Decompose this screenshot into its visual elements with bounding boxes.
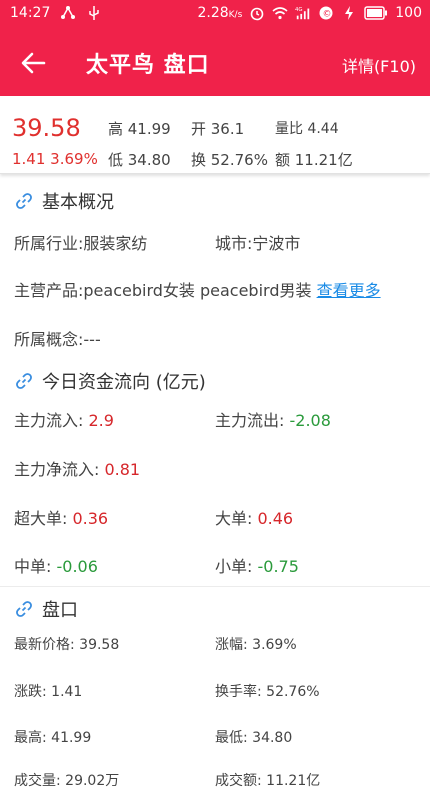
concept: 所属概念:--- <box>14 330 101 349</box>
current-price: 39.58 <box>12 114 81 142</box>
open-price: 开 36.1 <box>191 120 245 138</box>
battery-icon <box>364 6 388 20</box>
battery-level: 100 <box>395 5 422 21</box>
network-speed: 2.28K/s <box>197 5 243 21</box>
usb-icon <box>89 6 100 20</box>
page-title: 太平鸟 盘口 <box>86 53 210 78</box>
overview-title: 基本概况 <box>42 192 114 213</box>
panel-title: 盘口 <box>42 600 78 621</box>
view-more-link[interactable]: 查看更多 <box>317 281 381 300</box>
main-products-text: 主营产品:peacebird女装 peacebird男装 <box>14 281 312 300</box>
lowest-price: 最低: 34.80 <box>215 730 293 746</box>
status-bar: 14:27 2.28K/s 4G © 100 <box>0 0 430 28</box>
price-change: 1.41 3.69% <box>12 150 98 168</box>
turnover-ratio: 换手率: 52.76% <box>215 684 320 700</box>
back-arrow-icon[interactable] <box>18 48 48 78</box>
main-outflow: 主力流出: -2.08 <box>215 407 331 431</box>
main-net-inflow-value: 0.81 <box>104 460 141 479</box>
app-notify-icon: © <box>319 6 333 20</box>
main-net-inflow: 主力净流入: 0.81 <box>14 456 140 480</box>
app-bar: 太平鸟 盘口 详情(F10) <box>0 28 430 96</box>
pct-change: 涨幅: 3.69% <box>215 637 297 653</box>
industry: 所属行业:服装家纺 <box>14 234 148 253</box>
medium-order: 中单: -0.06 <box>14 553 98 577</box>
section-divider <box>0 586 430 587</box>
small-order-value: -0.75 <box>257 557 299 576</box>
large-order-value: 0.46 <box>257 509 294 528</box>
highest-price: 最高: 41.99 <box>14 730 92 746</box>
turnover-amount: 成交额: 11.21亿 <box>215 773 321 789</box>
detail-f10-button[interactable]: 详情(F10) <box>342 53 416 77</box>
svg-text:©: © <box>323 10 332 20</box>
large-order: 大单: 0.46 <box>215 505 293 529</box>
svg-text:4G: 4G <box>295 7 303 13</box>
trade-amount: 额 11.21亿 <box>275 151 353 169</box>
share-icon <box>61 6 76 19</box>
main-inflow-value: 2.9 <box>88 411 114 430</box>
link-icon <box>16 601 32 617</box>
small-order: 小单: -0.75 <box>215 553 299 577</box>
medium-order-label: 中单: <box>14 557 57 576</box>
main-outflow-label: 主力流出: <box>215 411 290 430</box>
signal-icon: 4G <box>295 7 310 20</box>
main-inflow: 主力流入: 2.9 <box>14 407 114 431</box>
money-flow-title: 今日资金流向 (亿元) <box>42 372 206 393</box>
wifi-icon <box>272 7 288 20</box>
latest-price: 最新价格: 39.58 <box>14 637 120 653</box>
link-icon <box>16 373 32 389</box>
main-net-inflow-label: 主力净流入: <box>14 460 105 479</box>
low-price: 低 34.80 <box>108 151 171 169</box>
main-inflow-label: 主力流入: <box>14 411 89 430</box>
charging-icon <box>345 6 354 20</box>
extra-large-order-label: 超大单: <box>14 509 73 528</box>
link-icon <box>16 193 32 209</box>
quote-summary: 39.58 1.41 3.69% 高 41.99 开 36.1 量比 4.44 … <box>0 96 430 174</box>
medium-order-value: -0.06 <box>56 557 98 576</box>
main-products: 主营产品:peacebird女装 peacebird男装 查看更多 <box>14 277 381 301</box>
panel-header: 盘口 <box>14 596 78 622</box>
large-order-label: 大单: <box>215 509 258 528</box>
turnover-rate: 换 52.76% <box>191 151 268 169</box>
city: 城市:宁波市 <box>215 234 301 253</box>
change-amount: 涨跌: 1.41 <box>14 684 83 700</box>
money-flow-header: 今日资金流向 (亿元) <box>14 368 206 394</box>
status-time: 14:27 <box>10 5 51 21</box>
high-price: 高 41.99 <box>108 120 171 138</box>
overview-header: 基本概况 <box>14 188 114 214</box>
alarm-icon <box>250 7 264 21</box>
volume: 成交量: 29.02万 <box>14 773 120 789</box>
main-outflow-value: -2.08 <box>289 411 331 430</box>
volume-ratio: 量比 4.44 <box>275 121 339 137</box>
small-order-label: 小单: <box>215 557 258 576</box>
extra-large-order-value: 0.36 <box>72 509 109 528</box>
extra-large-order: 超大单: 0.36 <box>14 505 108 529</box>
